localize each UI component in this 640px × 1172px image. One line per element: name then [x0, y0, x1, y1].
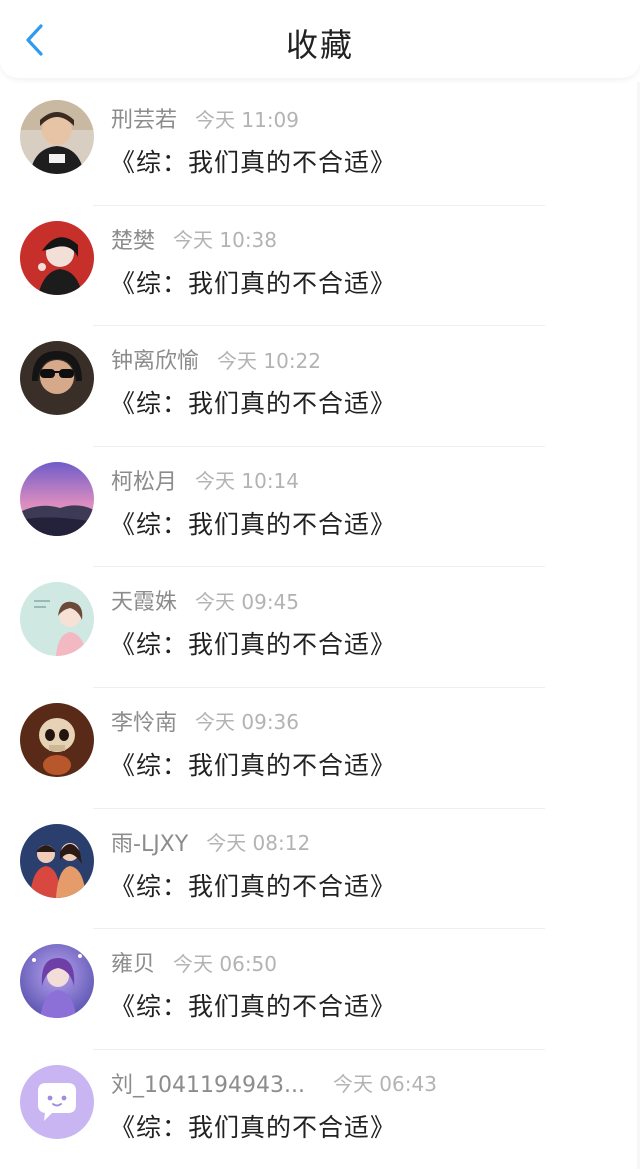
book-title: 《综：我们真的不合适》	[110, 509, 397, 539]
timestamp: 今天 09:36	[195, 710, 300, 735]
list-item[interactable]: 李怜南 今天 09:36 《综：我们真的不合适》	[0, 690, 640, 811]
avatar[interactable]	[20, 461, 94, 536]
timestamp: 今天 08:12	[206, 831, 311, 856]
user-name: 李怜南	[111, 710, 178, 736]
list-item[interactable]: 雨-LJXY 今天 08:12 《综：我们真的不合适》	[0, 811, 640, 932]
user-name: 柯松月	[111, 469, 178, 495]
timestamp: 今天 10:22	[217, 348, 322, 373]
timestamp: 今天 06:43	[332, 1072, 437, 1097]
timestamp: 今天 09:45	[195, 589, 300, 614]
book-title: 《综：我们真的不合适》	[110, 148, 397, 177]
avatar[interactable]	[20, 100, 94, 174]
list-item[interactable]: 刘_1041194943... 今天 06:43 《综：我们真的不合适》	[0, 1052, 640, 1172]
list-item[interactable]: 钟离欣愉 今天 10:22 《综：我们真的不合适》	[0, 328, 640, 449]
page-title: 收藏	[285, 26, 354, 64]
user-name: 天霞姝	[111, 590, 178, 616]
list-item[interactable]: 柯松月 今天 10:14 《综：我们真的不合适》	[0, 449, 640, 570]
list-item[interactable]: 刑芸若 今天 11:09 《综：我们真的不合适》	[0, 87, 640, 208]
timestamp: 今天 10:38	[173, 228, 278, 253]
user-name: 雍贝	[111, 952, 156, 978]
book-title: 《综：我们真的不合适》	[110, 992, 397, 1022]
book-title: 《综：我们真的不合适》	[110, 630, 397, 660]
top-bar: 收藏	[0, 0, 640, 78]
timestamp: 今天 11:09	[195, 107, 300, 132]
divider	[93, 445, 545, 447]
avatar[interactable]	[20, 220, 94, 295]
divider	[93, 204, 545, 206]
avatar[interactable]	[20, 582, 94, 657]
list-item[interactable]: 雍贝 今天 06:50 《综：我们真的不合适》	[0, 931, 640, 1052]
list-item[interactable]: 天霞姝 今天 09:45 《综：我们真的不合适》	[0, 569, 640, 690]
user-name: 刘_1041194943...	[111, 1072, 305, 1098]
divider	[93, 566, 545, 568]
divider	[93, 686, 545, 688]
book-title: 《综：我们真的不合适》	[110, 750, 397, 780]
divider	[93, 928, 545, 930]
list-item[interactable]: 楚樊 今天 10:38 《综：我们真的不合适》	[0, 208, 640, 329]
book-title: 《综：我们真的不合适》	[110, 389, 397, 419]
user-name: 钟离欣愉	[111, 349, 200, 375]
divider	[93, 807, 545, 809]
user-name: 雨-LJXY	[111, 831, 189, 857]
divider	[93, 325, 545, 327]
user-name: 楚樊	[111, 228, 156, 254]
favorites-list: 刑芸若 今天 11:09 《综：我们真的不合适》 楚樊 今天 10:38 《综：…	[0, 87, 640, 1172]
user-name: 刑芸若	[111, 108, 178, 133]
chat-bubble-icon	[20, 1064, 94, 1139]
timestamp: 今天 10:14	[195, 469, 300, 494]
avatar[interactable]	[20, 341, 94, 416]
timestamp: 今天 06:50	[173, 951, 278, 976]
avatar[interactable]	[20, 702, 94, 777]
avatar[interactable]	[20, 944, 94, 1019]
book-title: 《综：我们真的不合适》	[110, 268, 397, 298]
avatar[interactable]	[20, 823, 94, 898]
book-title: 《综：我们真的不合适》	[110, 871, 397, 901]
avatar[interactable]	[20, 1064, 94, 1139]
book-title: 《综：我们真的不合适》	[110, 1112, 397, 1142]
divider	[93, 1048, 545, 1050]
